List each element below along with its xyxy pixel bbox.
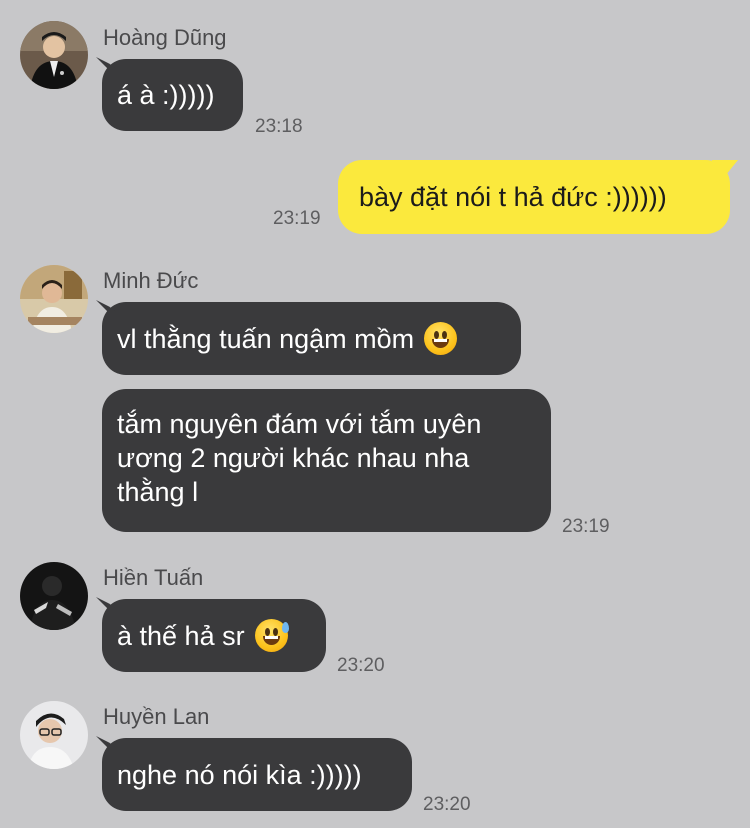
person-photo-icon <box>20 21 88 89</box>
message-text: à thế hả sr <box>117 620 245 651</box>
person-photo-icon <box>20 265 88 333</box>
grinning-sweat-face-icon <box>254 619 289 652</box>
avatar-minh-duc[interactable] <box>20 265 88 333</box>
person-photo-icon <box>20 701 88 769</box>
message-timestamp: 23:20 <box>337 655 385 676</box>
grinning-face-icon <box>424 322 458 355</box>
message-bubble[interactable]: à thế hả sr <box>102 599 326 672</box>
message-timestamp: 23:18 <box>255 116 303 137</box>
sender-name: Huyền Lan <box>103 704 210 729</box>
message-timestamp: 23:20 <box>423 794 471 815</box>
message-text: bày đặt nói t hả đức :)))))) <box>359 182 667 212</box>
avatar-huyen-lan[interactable] <box>20 701 88 769</box>
message-text: tắm nguyên đám với tắm uyên ương 2 người… <box>117 409 482 507</box>
message-timestamp: 23:19 <box>562 516 610 537</box>
sender-name: Minh Đức <box>103 268 199 293</box>
message-timestamp: 23:19 <box>273 208 321 229</box>
avatar-hien-tuan[interactable] <box>20 562 88 630</box>
message-bubble[interactable]: tắm nguyên đám với tắm uyên ương 2 người… <box>102 389 551 532</box>
message-text: nghe nó nói kìa :))))) <box>117 759 362 790</box>
message-text: á à :))))) <box>117 80 215 110</box>
sender-name: Hoàng Dũng <box>103 25 227 50</box>
avatar-hoang-dung[interactable] <box>20 21 88 89</box>
message-text: vl thằng tuấn ngậm mồm <box>117 323 415 354</box>
message-bubble[interactable]: á à :))))) <box>102 59 243 131</box>
message-bubble[interactable]: nghe nó nói kìa :))))) <box>102 738 412 811</box>
my-message-bubble[interactable]: bày đặt nói t hả đức :)))))) <box>338 160 730 234</box>
sender-name: Hiền Tuấn <box>103 565 204 590</box>
message-bubble[interactable]: vl thằng tuấn ngậm mồm <box>102 302 521 375</box>
person-photo-icon <box>20 562 88 630</box>
